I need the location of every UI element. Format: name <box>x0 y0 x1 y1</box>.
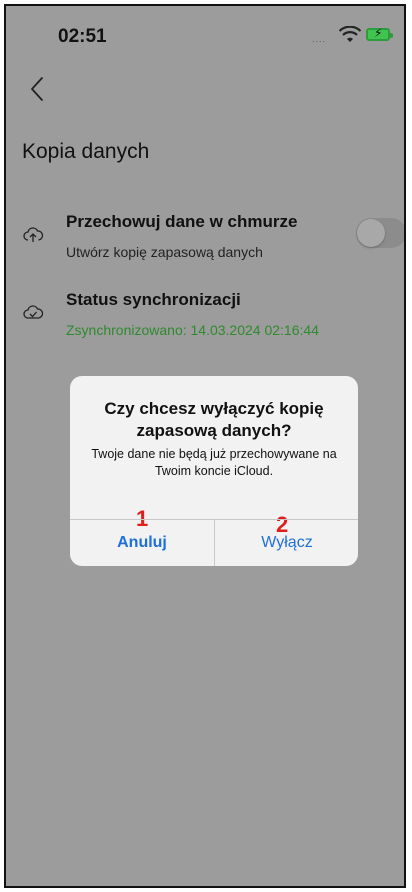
phone-screen: 02:51 .... ⚡ Kopia danych Przechowuj dan… <box>4 4 406 888</box>
status-bar: 02:51 .... ⚡ <box>6 6 404 66</box>
signal-indicator: .... <box>312 34 327 44</box>
cloud-check-icon <box>23 305 44 319</box>
dialog-title: Czy chcesz wyłączyć kopię zapasową danyc… <box>104 399 324 440</box>
battery-charging-icon: ⚡ <box>366 26 393 41</box>
page-title: Kopia danych <box>22 140 150 163</box>
status-time: 02:51 <box>58 26 107 47</box>
disable-button[interactable]: Wyłącz <box>215 519 358 566</box>
sync-status-title: Status synchronizacji <box>66 290 241 309</box>
cloud-upload-icon <box>23 227 44 242</box>
cloud-backup-toggle[interactable] <box>356 218 404 248</box>
toggle-knob <box>357 219 385 247</box>
disable-backup-dialog: Czy chcesz wyłączyć kopię zapasową danyc… <box>70 376 358 566</box>
chevron-left-icon <box>31 77 43 101</box>
sync-status-value: Zsynchronizowano: 14.03.2024 02:16:44 <box>66 322 319 338</box>
cloud-backup-title: Przechowuj dane w chmurze <box>66 212 298 231</box>
cloud-backup-subtitle: Utwórz kopię zapasową danych <box>66 244 263 260</box>
wifi-icon <box>339 26 361 42</box>
cancel-button[interactable]: Anuluj <box>70 519 214 566</box>
dialog-message: Twoje dane nie będą już przechowywane na… <box>91 447 337 478</box>
back-button[interactable] <box>26 72 56 106</box>
